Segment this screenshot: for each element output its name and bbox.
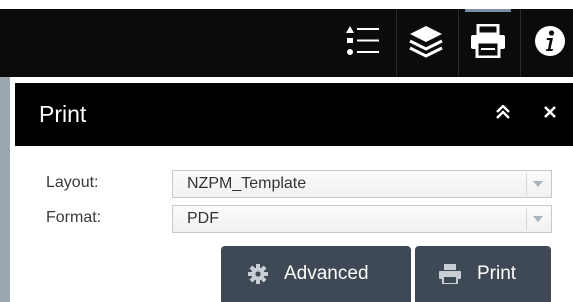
layout-select[interactable]: NZPM_Template [172,170,552,198]
format-select[interactable]: PDF [172,205,552,233]
print-button-label: Print [477,263,517,284]
legend-icon [346,24,380,63]
legend-button[interactable] [334,9,392,77]
print-icon [470,23,506,63]
double-chevron-up-icon [495,104,511,124]
close-icon [543,105,557,124]
chevron-down-icon[interactable] [526,173,549,195]
top-toolbar [0,0,573,77]
format-value: PDF [187,210,219,227]
info-icon [533,24,567,63]
collapse-button[interactable] [483,83,523,146]
layout-value: NZPM_Template [187,175,307,192]
advanced-button[interactable]: Advanced [221,246,411,302]
printer-icon [439,264,461,284]
panel-header: Print [15,83,573,146]
layout-label: Layout: [46,174,99,191]
info-button[interactable] [520,9,573,77]
close-button[interactable] [530,83,570,146]
print-panel: Print Layout: NZPM_Template Format: PDF … [10,77,573,302]
gear-icon [248,264,268,284]
panel-title: Print [39,101,87,127]
layers-button[interactable] [396,9,455,77]
left-gutter [0,77,10,302]
layers-icon [408,24,444,63]
print-tool-button[interactable] [458,9,517,77]
format-label: Format: [46,209,102,226]
advanced-button-label: Advanced [284,263,369,284]
print-button[interactable]: Print [415,246,551,302]
chevron-down-icon[interactable] [526,208,549,230]
